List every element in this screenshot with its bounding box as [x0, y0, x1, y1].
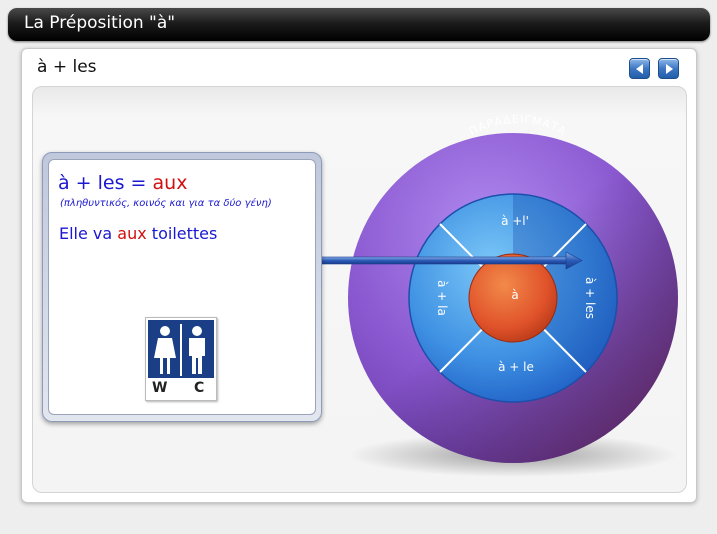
rule-heading: à + les = aux — [58, 172, 188, 194]
example-sentence: Elle va aux toilettes — [59, 224, 218, 243]
triangle-right-icon — [666, 64, 673, 74]
explanation-card: à + les = aux (πληθυντικός, κοινός και γ… — [42, 152, 322, 422]
slide-title: à + les — [37, 57, 97, 77]
toilet-sign-image: W C — [145, 317, 217, 401]
contraction-highlight: aux — [152, 172, 188, 194]
window-title: La Préposition "à" — [24, 13, 176, 33]
rule-note: (πληθυντικός, κοινός και για τα δύο γένη… — [60, 198, 272, 209]
sign-letter-w: W — [152, 380, 168, 396]
restroom-icon — [154, 324, 205, 376]
window-title-bar: La Préposition "à" — [8, 8, 710, 41]
next-button[interactable] — [658, 58, 679, 79]
example-highlight: aux — [117, 224, 147, 243]
previous-button[interactable] — [629, 58, 650, 79]
triangle-left-icon — [636, 64, 643, 74]
sign-letter-c: C — [194, 380, 205, 396]
explanation-card-body: à + les = aux (πληθυντικός, κοινός και γ… — [48, 159, 316, 415]
